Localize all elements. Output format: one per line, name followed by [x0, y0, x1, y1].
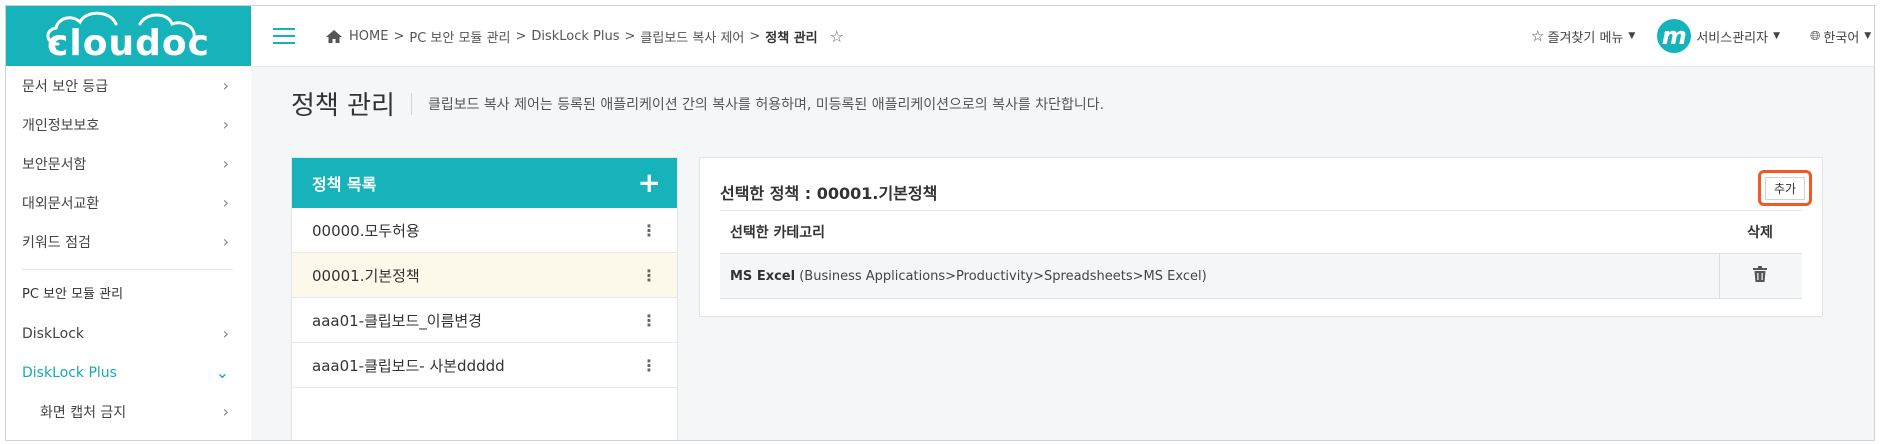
- star-outline-icon: ☆: [1531, 27, 1545, 45]
- chevron-right-icon: ›: [222, 232, 229, 251]
- chevron-down-icon: ⌄: [215, 363, 229, 382]
- table-header-row: 선택한 카테고리 삭제: [720, 210, 1802, 254]
- page-description: 클립보드 복사 제어는 등록된 애플리케이션 간의 복사를 허용하며, 미등록된…: [427, 96, 1105, 113]
- chevron-right-icon: ›: [222, 115, 229, 134]
- add-button-highlight: 추가: [1758, 170, 1812, 206]
- column-header-category: 선택한 카테고리: [720, 210, 1719, 254]
- policy-list-item-selected[interactable]: 00001.기본정책 ⋮: [292, 253, 677, 298]
- breadcrumb-pc-module[interactable]: PC 보안 모듈 관리: [409, 27, 510, 46]
- breadcrumb-separator: >: [624, 28, 636, 44]
- breadcrumb-clipboard[interactable]: 클립보드 복사 제어: [640, 27, 744, 46]
- chevron-right-icon: ›: [222, 154, 229, 173]
- caret-down-icon: ▼: [1864, 31, 1872, 41]
- policy-detail-panel: 선택한 정책 : 00001.기본정책 추가 선택한 카테고리 삭제 MS Ex…: [699, 157, 1823, 317]
- hamburger-menu-icon[interactable]: [273, 28, 295, 44]
- top-right-menu: ☆ 즐겨찾기 메뉴 ▼ m 서비스관리자 ▼ 🌐︎ 한국어 ▼: [1531, 6, 1874, 66]
- sidebar-item-label: 문서 보안 등급: [22, 78, 109, 95]
- sidebar-item-external-exchange[interactable]: 대외문서교환 ›: [6, 183, 251, 222]
- breadcrumb-disklock-plus[interactable]: DiskLock Plus: [531, 29, 619, 44]
- add-category-button[interactable]: 추가: [1764, 176, 1806, 200]
- kebab-menu-icon[interactable]: ⋮: [641, 221, 657, 240]
- caret-down-icon: ▼: [1773, 31, 1780, 41]
- policy-list-item[interactable]: aaa01-클립보드_이름변경 ⋮: [292, 298, 677, 343]
- star-icon[interactable]: ☆: [830, 27, 844, 46]
- breadcrumb-separator: >: [515, 28, 527, 44]
- sidebar-item-label: 보안문서함: [22, 156, 87, 173]
- sidebar-item-label: 화면 캡처 금지: [40, 404, 127, 421]
- policy-list-item[interactable]: aaa01-클립보드- 사본ddddd ⋮: [292, 343, 677, 388]
- delete-cell: [1718, 253, 1802, 299]
- column-header-delete: 삭제: [1719, 210, 1802, 254]
- sidebar-item-label: 개인정보보호: [22, 117, 100, 134]
- app-window: cloudoc 문서 보안 등급 › 개인정보보호 › 보안문서함 › 대외문서…: [5, 5, 1875, 441]
- breadcrumb-home[interactable]: HOME: [349, 29, 388, 44]
- sidebar: cloudoc 문서 보안 등급 › 개인정보보호 › 보안문서함 › 대외문서…: [6, 6, 252, 440]
- chevron-right-icon: ›: [222, 324, 229, 343]
- selected-policy-title: 선택한 정책 : 00001.기본정책: [720, 184, 938, 203]
- user-name: 서비스관리자: [1696, 30, 1769, 46]
- language-label: 한국어: [1823, 30, 1860, 46]
- breadcrumb-separator: >: [393, 28, 405, 44]
- sidebar-item-label: 대외문서교환: [22, 195, 100, 212]
- breadcrumb-separator: >: [749, 28, 761, 44]
- breadcrumb: HOME > PC 보안 모듈 관리 > DiskLock Plus > 클립보…: [325, 27, 844, 46]
- sidebar-item-keyword-check[interactable]: 키워드 점검 ›: [6, 222, 251, 261]
- kebab-menu-icon[interactable]: ⋮: [641, 266, 657, 285]
- policy-name: 00000.모두허용: [312, 221, 420, 240]
- main-content: 정책 관리 클립보드 복사 제어는 등록된 애플리케이션 간의 복사를 허용하며…: [251, 67, 1874, 440]
- language-select[interactable]: 🌐︎ 한국어 ▼: [1810, 27, 1874, 46]
- app-name: MS Excel: [730, 268, 796, 284]
- favorites-menu-button[interactable]: ☆ 즐겨찾기 메뉴 ▼: [1531, 27, 1635, 46]
- top-bar: HOME > PC 보안 모듈 관리 > DiskLock Plus > 클립보…: [251, 6, 1874, 67]
- kebab-menu-icon[interactable]: ⋮: [641, 311, 657, 330]
- table-row: MS Excel (Business Applications>Producti…: [720, 253, 1802, 299]
- kebab-menu-icon[interactable]: ⋮: [641, 356, 657, 375]
- policy-name: aaa01-클립보드- 사본ddddd: [312, 356, 505, 375]
- trash-icon[interactable]: [1753, 266, 1768, 282]
- policy-name: 00001.기본정책: [312, 266, 420, 285]
- category-cell: MS Excel (Business Applications>Producti…: [720, 253, 1719, 299]
- sidebar-item-label: DiskLock Plus: [22, 364, 117, 381]
- policy-list-item[interactable]: 00000.모두허용 ⋮: [292, 208, 677, 253]
- title-divider: [410, 92, 412, 115]
- sidebar-item-privacy[interactable]: 개인정보보호 ›: [6, 105, 251, 144]
- globe-icon: 🌐︎: [1810, 28, 1821, 44]
- sidebar-item-label: 키워드 점검: [22, 234, 91, 251]
- avatar: m: [1657, 19, 1692, 53]
- chevron-right-icon: ›: [222, 76, 229, 95]
- breadcrumb-current: 정책 관리: [765, 30, 818, 46]
- app-path: (Business Applications>Productivity>Spre…: [799, 268, 1207, 284]
- logo[interactable]: cloudoc: [6, 6, 251, 66]
- sidebar-item-disklock[interactable]: DiskLock ›: [6, 314, 251, 353]
- home-icon[interactable]: [325, 29, 343, 44]
- page-title: 정책 관리: [291, 91, 395, 121]
- sidebar-item-secure-docbox[interactable]: 보안문서함 ›: [6, 144, 251, 183]
- sidebar-item-doc-security-level[interactable]: 문서 보안 등급 ›: [6, 66, 251, 105]
- sidebar-item-disklock-plus[interactable]: DiskLock Plus ⌄: [6, 353, 251, 392]
- category-table: 선택한 카테고리 삭제 MS Excel (Business Applicati…: [720, 210, 1802, 299]
- user-menu-button[interactable]: m 서비스관리자 ▼: [1657, 19, 1780, 53]
- policy-list-panel: 정책 목록 + 00000.모두허용 ⋮ 00001.기본정책 ⋮ aaa01-…: [291, 157, 678, 440]
- add-policy-icon[interactable]: +: [638, 169, 661, 197]
- policy-name: aaa01-클립보드_이름변경: [312, 311, 482, 330]
- page-header: 정책 관리 클립보드 복사 제어는 등록된 애플리케이션 간의 복사를 허용하며…: [291, 85, 1104, 122]
- caret-down-icon: ▼: [1628, 31, 1636, 41]
- policy-list-title: 정책 목록: [312, 175, 377, 194]
- policy-list-header: 정책 목록 +: [292, 158, 677, 208]
- chevron-right-icon: ›: [222, 402, 229, 421]
- logo-text: cloudoc: [47, 22, 210, 64]
- favorites-label: 즐겨찾기 메뉴: [1547, 30, 1624, 46]
- sidebar-subitem-screen-capture[interactable]: 화면 캡처 금지 ›: [6, 392, 251, 431]
- sidebar-section-title: PC 보안 모듈 관리: [22, 269, 233, 314]
- chevron-right-icon: ›: [222, 193, 229, 212]
- sidebar-item-label: DiskLock: [22, 325, 84, 342]
